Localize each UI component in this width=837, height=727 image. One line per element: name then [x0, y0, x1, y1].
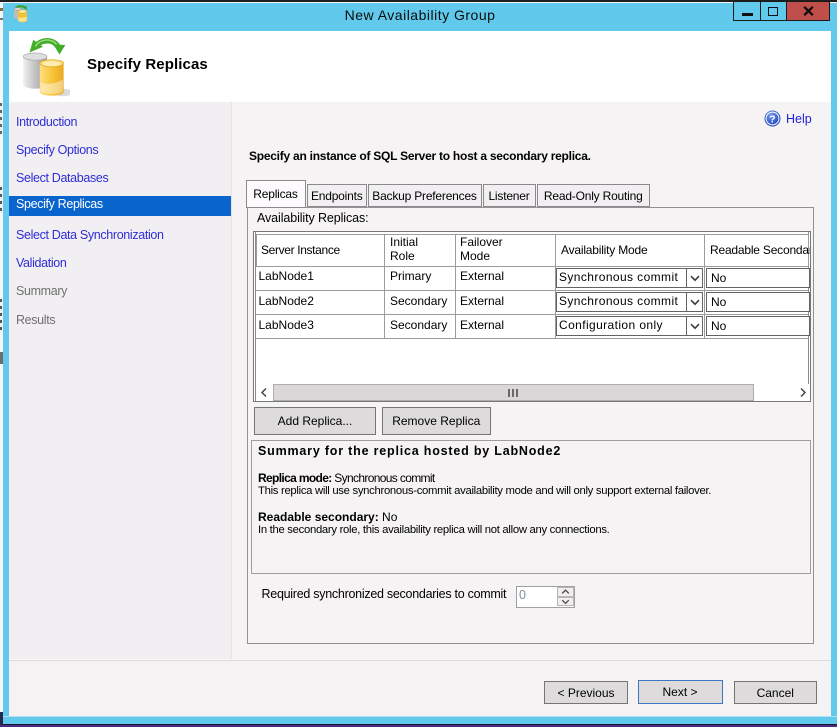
svg-text:?: ?	[769, 113, 775, 125]
